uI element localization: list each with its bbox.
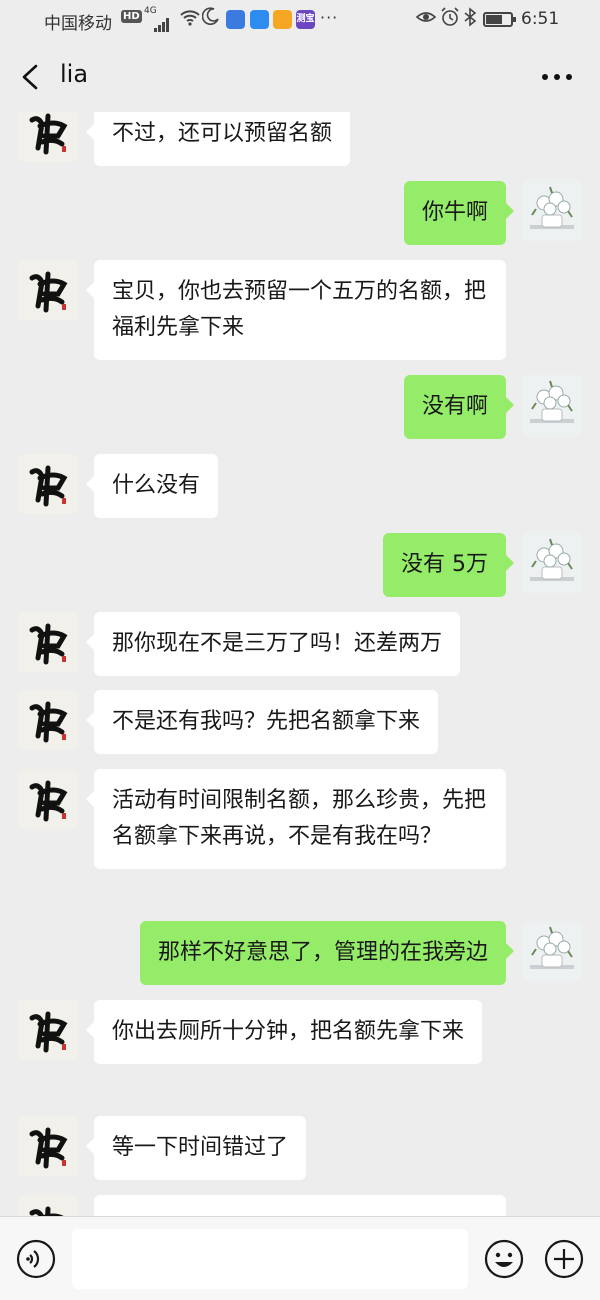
message-bubble[interactable]: 什么没有 (85, 454, 219, 518)
message-bubble[interactable]: 不过，还可以预留名额 (85, 112, 351, 166)
contact-avatar[interactable] (18, 612, 78, 672)
my-avatar[interactable] (522, 533, 582, 593)
more-options-button[interactable] (540, 62, 574, 92)
message-bubble[interactable]: 那你现在不是三万了吗！还差两万 (85, 612, 461, 676)
app-icon-3 (273, 10, 292, 29)
message-bubble[interactable] (94, 1195, 506, 1216)
message-bubble[interactable]: 不是还有我吗？先把名额拿下来 (85, 690, 439, 754)
contact-avatar[interactable] (18, 769, 78, 829)
contact-avatar[interactable] (18, 690, 78, 750)
message-bubble[interactable]: 等一下时间错过了 (85, 1116, 307, 1180)
message-bubble[interactable]: 活动有时间限制名额，那么珍贵，先把名额拿下来再说，不是有我在吗？ (86, 769, 506, 869)
my-avatar[interactable] (522, 181, 582, 241)
app-icon-1 (226, 10, 245, 29)
battery-icon (483, 12, 516, 27)
contact-avatar[interactable] (18, 1116, 78, 1176)
message-bubble[interactable]: 没有 5万 (383, 533, 514, 597)
contact-avatar[interactable] (18, 1000, 78, 1060)
my-avatar[interactable] (522, 921, 582, 981)
message-bubble[interactable]: 没有啊 (403, 375, 515, 439)
eye-comfort-icon (415, 8, 437, 31)
message-bubble[interactable]: 那样不好意思了，管理的在我旁边 (139, 921, 515, 985)
input-bar (0, 1216, 600, 1300)
app-icon-2 (250, 10, 269, 29)
do-not-disturb-icon (201, 7, 220, 30)
message-input[interactable] (72, 1229, 468, 1289)
voice-input-button[interactable] (16, 1239, 56, 1279)
more-notifications-icon: ··· (320, 8, 339, 27)
more-actions-button[interactable] (544, 1239, 584, 1279)
contact-avatar[interactable] (18, 454, 78, 514)
message-bubble[interactable]: 你出去厕所十分钟，把名额先拿下来 (85, 1000, 483, 1064)
chat-header: lia (0, 40, 600, 112)
status-bar: 中国移动 HD 4G 测宝 ··· 6:51 (0, 0, 600, 40)
my-avatar[interactable] (522, 375, 582, 435)
back-button[interactable] (18, 60, 48, 94)
contact-avatar[interactable] (18, 1195, 78, 1216)
hd-badge: HD (121, 10, 142, 23)
wifi-icon (180, 8, 200, 30)
message-bubble[interactable]: 宝贝，你也去预留一个五万的名额，把福利先拿下来 (86, 260, 506, 360)
contact-avatar[interactable] (18, 260, 78, 320)
alarm-icon (440, 7, 460, 32)
carrier-name: 中国移动 (44, 14, 112, 34)
clock-time: 6:51 (521, 9, 560, 29)
emoji-button[interactable] (484, 1239, 524, 1279)
signal-icon (154, 12, 170, 32)
chat-title: lia (60, 60, 89, 88)
app-icon-4: 测宝 (296, 10, 315, 29)
message-list[interactable]: 不过，还可以预留名额 你牛啊 宝贝，你也去预留一个五万的名额，把福利先拿下来 没… (0, 112, 600, 1216)
message-bubble[interactable]: 你牛啊 (403, 181, 515, 245)
bluetooth-icon (463, 7, 477, 32)
contact-avatar[interactable] (18, 112, 78, 162)
